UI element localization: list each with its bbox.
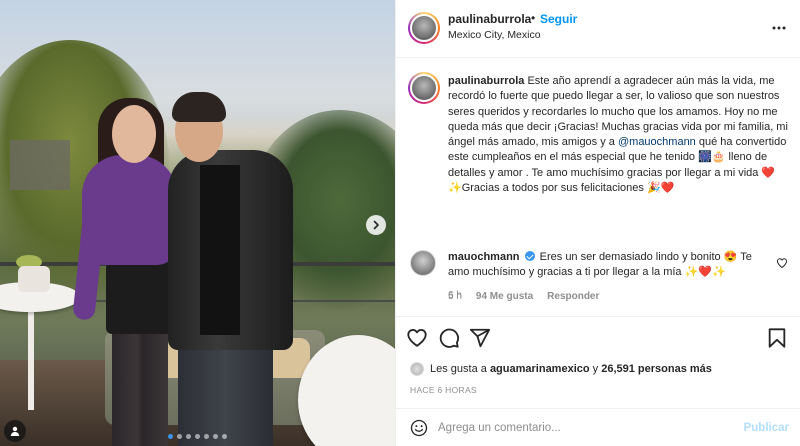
likes-conjunction: y	[592, 363, 599, 375]
photo-person-woman-head	[112, 105, 156, 163]
likes-prefix: Les gusta a	[430, 363, 487, 375]
author-username[interactable]: paulinaburrola	[448, 12, 531, 26]
carousel-dot	[186, 434, 191, 439]
carousel-dot	[177, 434, 182, 439]
likes-summary: Les gusta a aguamarinamexico y 26,591 pe…	[410, 362, 712, 376]
add-comment-bar: Publicar	[396, 408, 800, 446]
post-header: paulinaburrola • Seguir Mexico City, Mex…	[396, 0, 800, 58]
comment-timestamp[interactable]: 5 h	[448, 291, 462, 302]
comment-like-heart-icon[interactable]	[776, 257, 788, 269]
caption-body-3: ✨Gracias a todos por sus felicitaciones …	[448, 182, 675, 195]
commenter-avatar[interactable]	[410, 250, 436, 276]
likes-count[interactable]: 26,591 personas más	[601, 363, 712, 375]
emoji-icon[interactable]	[410, 419, 428, 437]
caption-text: paulinaburrola Este año aprendí a agrade…	[448, 74, 788, 196]
comment-meta: 5 h 94 Me gusta Responder	[448, 291, 599, 302]
comment-button[interactable]	[438, 327, 460, 349]
carousel-indicator	[168, 434, 227, 439]
chevron-right-icon	[373, 220, 379, 230]
tagged-users-button[interactable]	[4, 420, 26, 442]
carousel-dot	[204, 434, 209, 439]
photo-person-man-shirt	[200, 165, 240, 335]
carousel-dot	[222, 434, 227, 439]
post-actions-bar	[396, 316, 800, 356]
comment-text: mauochmann Eres un ser demasiado lindo y…	[448, 250, 768, 281]
author-avatar[interactable]	[408, 12, 440, 44]
like-button[interactable]	[406, 327, 428, 349]
caption-username[interactable]: paulinaburrola	[448, 75, 524, 87]
instagram-post-modal: paulinaburrola • Seguir Mexico City, Mex…	[0, 0, 800, 446]
share-button[interactable]	[469, 327, 491, 349]
photo-table-leg	[28, 300, 34, 410]
post-timestamp[interactable]: HACE 6 HORAS	[410, 385, 477, 395]
bookmark-icon	[768, 328, 786, 348]
post-location[interactable]: Mexico City, Mexico	[448, 29, 541, 41]
comment-reply-button[interactable]: Responder	[547, 291, 599, 302]
photo-person-woman-legs	[112, 330, 168, 446]
commenter-username[interactable]: mauochmann	[448, 251, 520, 263]
save-button[interactable]	[766, 327, 788, 349]
photo-person-man-hair	[172, 92, 226, 122]
photo-plates	[18, 266, 50, 292]
carousel-dot	[168, 434, 173, 439]
photo-person-woman-skirt	[106, 262, 174, 334]
caption-mention[interactable]: @mauochmann	[618, 136, 696, 148]
comment-input[interactable]	[438, 417, 738, 439]
photo-person-woman	[82, 155, 177, 265]
publish-button[interactable]: Publicar	[744, 422, 789, 434]
send-icon	[469, 328, 491, 348]
comment-icon	[439, 328, 460, 348]
user-icon	[10, 426, 20, 436]
more-options-button[interactable]	[771, 20, 787, 36]
separator-dot: •	[531, 11, 536, 25]
liker-username[interactable]: aguamarinamexico	[490, 363, 590, 375]
liker-avatar[interactable]	[410, 362, 424, 376]
verified-badge-icon	[524, 251, 535, 261]
carousel-dot	[213, 434, 218, 439]
caption-author-avatar[interactable]	[408, 72, 440, 104]
comment-likes[interactable]: 94 Me gusta	[476, 291, 533, 302]
heart-icon	[407, 329, 427, 347]
follow-button[interactable]: Seguir	[540, 12, 577, 26]
post-photo[interactable]	[0, 0, 395, 446]
post-details-panel: paulinaburrola • Seguir Mexico City, Mex…	[395, 0, 800, 446]
carousel-next-button[interactable]	[366, 215, 386, 235]
carousel-dot	[195, 434, 200, 439]
more-horizontal-icon	[772, 26, 786, 30]
photo-building	[10, 140, 70, 190]
